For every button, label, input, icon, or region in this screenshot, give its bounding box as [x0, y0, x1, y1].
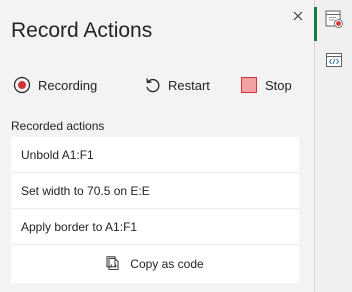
stop-label: Stop: [265, 77, 292, 93]
rail-record-actions-button[interactable]: [314, 7, 352, 41]
record-icon: [13, 76, 31, 94]
side-rail: [314, 0, 352, 292]
restart-icon: [143, 76, 161, 94]
list-item[interactable]: Apply border to A1:F1: [11, 209, 299, 245]
copy-code-icon: [106, 256, 122, 272]
stop-icon: [240, 76, 258, 94]
record-actions-pane: Record Actions Recording Restart Stop Re…: [0, 0, 314, 292]
copy-as-code-button[interactable]: Copy as code: [11, 245, 299, 283]
rail-code-editor-button[interactable]: [315, 48, 352, 76]
recorded-actions-heading: Recorded actions: [11, 119, 105, 133]
action-label: Unbold A1:F1: [21, 147, 94, 162]
close-icon: [293, 8, 303, 26]
restart-label: Restart: [168, 77, 210, 93]
list-item[interactable]: Set width to 70.5 on E:E: [11, 173, 299, 209]
recording-button[interactable]: Recording: [13, 72, 97, 98]
action-label: Apply border to A1:F1: [21, 219, 138, 234]
app-frame: Record Actions Recording Restart Stop Re…: [0, 0, 352, 292]
recorded-actions-list: Unbold A1:F1 Set width to 70.5 on E:E Ap…: [11, 137, 299, 283]
code-editor-icon: [324, 50, 344, 75]
list-item[interactable]: Unbold A1:F1: [11, 137, 299, 173]
recording-label: Recording: [38, 77, 98, 93]
stop-button[interactable]: Stop: [240, 72, 292, 98]
pane-title: Record Actions: [11, 19, 153, 42]
restart-button[interactable]: Restart: [143, 72, 210, 98]
copy-as-code-label: Copy as code: [130, 257, 204, 271]
record-actions-icon: [324, 9, 344, 34]
action-label: Set width to 70.5 on E:E: [21, 183, 150, 198]
close-button[interactable]: [289, 8, 307, 26]
